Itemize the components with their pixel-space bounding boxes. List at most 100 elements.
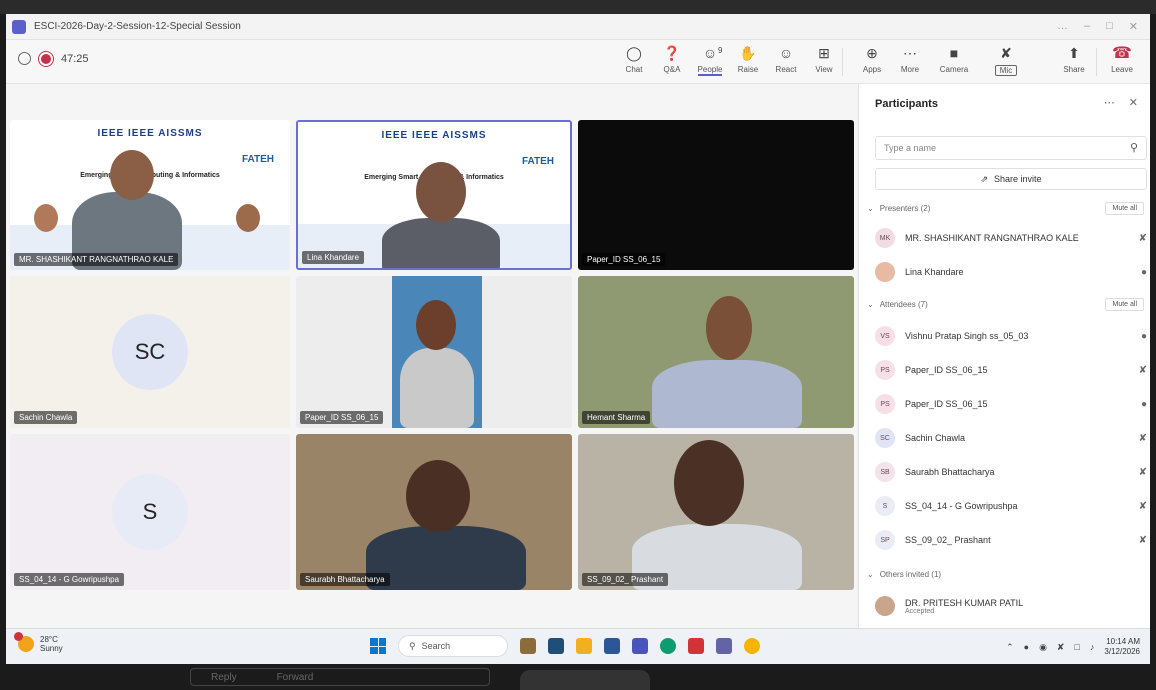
camera-button[interactable]: ■ Camera — [934, 44, 974, 80]
react-button[interactable]: ☺ React — [766, 44, 806, 80]
chat-button[interactable]: ◯ Chat — [614, 44, 654, 80]
participants-panel: Participants ⋯ ✕ Type a name ⚲ ⇗ Share i… — [858, 84, 1150, 628]
toolbar-separator — [1096, 48, 1097, 76]
taskbar-search[interactable]: ⚲ Search — [398, 635, 508, 657]
participant-body — [382, 218, 500, 268]
top-dark-bar — [0, 0, 1156, 14]
teams-classic-icon[interactable] — [716, 638, 732, 654]
participant-row[interactable]: S SS_04_14 - G Gowripushpa ✘ — [875, 494, 1147, 518]
file-explorer-icon[interactable] — [576, 638, 592, 654]
mail-icon[interactable] — [688, 638, 704, 654]
search-icon: ⚲ — [1129, 142, 1138, 154]
view-button[interactable]: ⊞ View — [804, 44, 844, 80]
maximize-button[interactable]: □ — [1106, 20, 1113, 33]
app-icon[interactable] — [548, 638, 564, 654]
participant-row[interactable]: SC Sachin Chawla ✘ — [875, 426, 1147, 450]
raise-button[interactable]: ✋ Raise — [728, 44, 768, 80]
participant-search-input[interactable]: Type a name ⚲ — [875, 136, 1147, 160]
mic-muted-icon[interactable]: ✘ — [1139, 433, 1147, 444]
close-button[interactable]: ✕ — [1129, 20, 1138, 33]
avatar: S — [875, 496, 895, 516]
volume-icon[interactable]: ♪ — [1090, 642, 1095, 652]
mic-off-icon: ✘ — [1000, 44, 1012, 61]
video-tile[interactable]: Hemant Sharma — [578, 276, 854, 428]
sun-icon — [14, 632, 34, 652]
bottom-strip: Reply Forward — [0, 664, 1156, 690]
participant-head — [110, 150, 154, 200]
weather-widget[interactable]: 28°C Sunny — [14, 632, 63, 653]
tile-name-label: Hemant Sharma — [582, 411, 651, 424]
participant-row[interactable]: SP SS_09_02_ Prashant ✘ — [875, 528, 1147, 552]
mic-icon[interactable]: ● — [1141, 331, 1147, 342]
mic-muted-icon[interactable]: ✘ — [1057, 642, 1065, 653]
search-placeholder: Type a name — [884, 143, 937, 153]
participant-row[interactable]: VS Vishnu Pratap Singh ss_05_03 ● — [875, 324, 1147, 348]
video-tile[interactable]: IEEE IEEE AISSMS FATEH Emerging Smart Co… — [296, 120, 572, 270]
avatar: SC — [875, 428, 895, 448]
title-bar: ESCI-2026-Day-2-Session-12-Special Sessi… — [6, 14, 1150, 40]
leave-button[interactable]: ☎ Leave — [1102, 44, 1142, 80]
plus-icon: ⊕ — [866, 44, 878, 61]
qa-button[interactable]: ❓ Q&A — [652, 44, 692, 80]
participant-name: Paper_ID SS_06_15 — [905, 365, 988, 375]
mic-muted-icon[interactable]: ✘ — [1139, 233, 1147, 244]
mic-icon[interactable]: ● — [1141, 399, 1147, 410]
participant-avatar: S — [112, 474, 188, 550]
windows-start-icon[interactable] — [370, 638, 386, 654]
camera-icon: ■ — [949, 45, 959, 61]
more-button[interactable]: ⋯ More — [890, 44, 930, 80]
mic-muted-icon[interactable]: ✘ — [1139, 535, 1147, 546]
participant-name: DR. PRITESH KUMAR PATIL — [905, 597, 1024, 608]
people-count: 9 — [718, 46, 723, 55]
mic-muted-icon[interactable]: ✘ — [1139, 365, 1147, 376]
participant-row[interactable]: SB Saurabh Bhattacharya ✘ — [875, 460, 1147, 484]
participant-body — [400, 348, 474, 428]
video-tile[interactable]: Paper_ID SS_06_15 — [296, 276, 572, 428]
participant-row[interactable]: MK MR. SHASHIKANT RANGNATHRAO KALE ✘ — [875, 226, 1147, 250]
share-button[interactable]: ⬆ Share — [1054, 44, 1094, 80]
mic-muted-icon[interactable]: ✘ — [1139, 501, 1147, 512]
mic-button[interactable]: ✘ Mic — [986, 44, 1026, 80]
mic-muted-icon[interactable]: ✘ — [1139, 467, 1147, 478]
tray-app-icon[interactable]: ● — [1024, 642, 1029, 652]
teams-icon[interactable] — [632, 638, 648, 654]
participant-row[interactable]: PS Paper_ID SS_06_15 ✘ — [875, 358, 1147, 382]
participant-row[interactable]: DR. PRITESH KUMAR PATIL Accepted — [875, 590, 1147, 622]
video-tile[interactable]: SS_09_02_ Prashant — [578, 434, 854, 590]
minimize-button[interactable]: – — [1084, 20, 1090, 33]
mute-all-button[interactable]: Mute all — [1105, 298, 1144, 311]
edge-icon[interactable] — [660, 638, 676, 654]
network-icon[interactable]: □ — [1074, 642, 1079, 652]
share-invite-button[interactable]: ⇗ Share invite — [875, 168, 1147, 190]
chrome-icon[interactable] — [744, 638, 760, 654]
chevron-up-icon[interactable]: ⌃ — [1006, 642, 1014, 653]
app-icon[interactable] — [520, 638, 536, 654]
more-icon[interactable]: ⋯ — [1104, 96, 1115, 109]
participant-row[interactable]: PS Paper_ID SS_06_15 ● — [875, 392, 1147, 416]
reply-label: Reply — [211, 671, 237, 683]
participant-name: MR. SHASHIKANT RANGNATHRAO KALE — [905, 233, 1079, 243]
people-button[interactable]: ☺ 9 People — [690, 44, 730, 80]
participant-name: Saurabh Bhattacharya — [905, 467, 995, 477]
store-icon[interactable] — [604, 638, 620, 654]
video-tile[interactable]: IEEE IEEE AISSMS FATEH Emerging Smart Co… — [10, 120, 290, 270]
others-section-header[interactable]: ⌄ Others invited (1) — [867, 570, 1149, 579]
mic-icon[interactable]: ● — [1141, 267, 1147, 278]
video-tile[interactable]: Paper_ID SS_06_15 — [578, 120, 854, 270]
tray-app-icon[interactable]: ◉ — [1039, 642, 1047, 653]
video-tile[interactable]: Saurabh Bhattacharya — [296, 434, 572, 590]
more-options-icon[interactable]: … — [1057, 20, 1068, 33]
close-panel-icon[interactable]: ✕ — [1129, 96, 1138, 109]
participant-head — [416, 300, 456, 350]
participant-row[interactable]: Lina Khandare ● — [875, 260, 1147, 284]
apps-button[interactable]: ⊕ Apps — [852, 44, 892, 80]
participant-name: Paper_ID SS_06_15 — [905, 399, 988, 409]
mute-all-button[interactable]: Mute all — [1105, 202, 1144, 215]
participant-head — [706, 296, 752, 360]
others-header: Others invited (1) — [879, 570, 942, 579]
toolbar-label: More — [900, 65, 920, 74]
video-tile[interactable]: S SS_04_14 - G Gowripushpa — [10, 434, 290, 590]
system-clock[interactable]: 10:14 AM 3/12/2026 — [1104, 637, 1140, 657]
video-tile[interactable]: SC Sachin Chawla — [10, 276, 290, 428]
windows-taskbar: 28°C Sunny ⚲ Search ⌃ ● ◉ ✘ □ ♪ 10:14 AM… — [6, 628, 1150, 664]
